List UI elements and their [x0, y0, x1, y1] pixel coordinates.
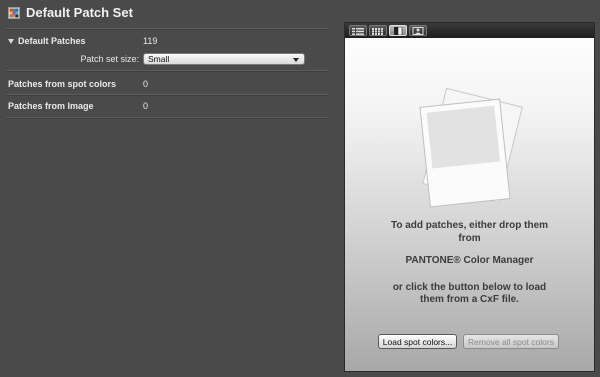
swatch-view-icon	[393, 22, 403, 40]
disclosure-triangle-icon[interactable]	[8, 38, 14, 44]
patch-set-size-value: Small	[148, 54, 170, 64]
from-image-row: Patches from Image 0	[8, 98, 328, 114]
divider	[6, 28, 328, 30]
patch-drop-panel[interactable]: To add patches, either drop them from PA…	[344, 22, 595, 372]
grid-view-button[interactable]	[369, 25, 387, 36]
load-spot-colors-button[interactable]: Load spot colors...	[378, 334, 457, 349]
swatch-view-button[interactable]	[389, 25, 407, 36]
remove-all-spot-colors-button[interactable]: Remove all spot colors	[463, 334, 559, 349]
patch-set-size-select[interactable]: Small	[143, 53, 305, 65]
page-title: Default Patch Set	[26, 4, 133, 20]
drop-hint-pantone: PANTONE® Color Manager	[405, 255, 534, 266]
grid-view-icon	[372, 22, 384, 40]
patch-set-icon	[8, 6, 20, 19]
chevron-down-icon	[293, 58, 299, 62]
list-view-button[interactable]	[349, 25, 367, 36]
from-image-value: 0	[143, 101, 149, 111]
spot-colors-label: Patches from spot colors	[8, 79, 117, 89]
divider	[6, 70, 328, 72]
spot-colors-value: 0	[143, 79, 149, 89]
drop-hint-line1: To add patches, either drop them	[390, 220, 549, 231]
list-view-icon	[352, 22, 364, 40]
image-view-button[interactable]	[409, 25, 427, 36]
properties-panel: Default Patches 119 Patch set size: Smal…	[0, 24, 332, 377]
patch-cards-illustration	[415, 83, 525, 218]
divider	[6, 94, 328, 96]
from-image-label: Patches from Image	[8, 101, 94, 111]
drop-hint-line2: from	[458, 233, 481, 244]
default-patches-value: 119	[143, 36, 158, 46]
default-patches-row[interactable]: Default Patches 119	[8, 33, 328, 49]
patch-set-size-row: Patch set size: Small	[8, 51, 328, 67]
image-view-icon	[412, 22, 424, 40]
view-toolbar	[345, 23, 594, 38]
drop-hint-line5: them from a CxF file.	[420, 294, 519, 305]
header: Default Patch Set	[0, 0, 600, 24]
patch-set-size-label: Patch set size:	[80, 54, 139, 64]
spot-colors-row: Patches from spot colors 0	[8, 76, 328, 92]
default-patches-label: Default Patches	[18, 36, 86, 46]
drop-hint-line4: or click the button below to load	[392, 282, 547, 293]
divider	[6, 117, 328, 119]
